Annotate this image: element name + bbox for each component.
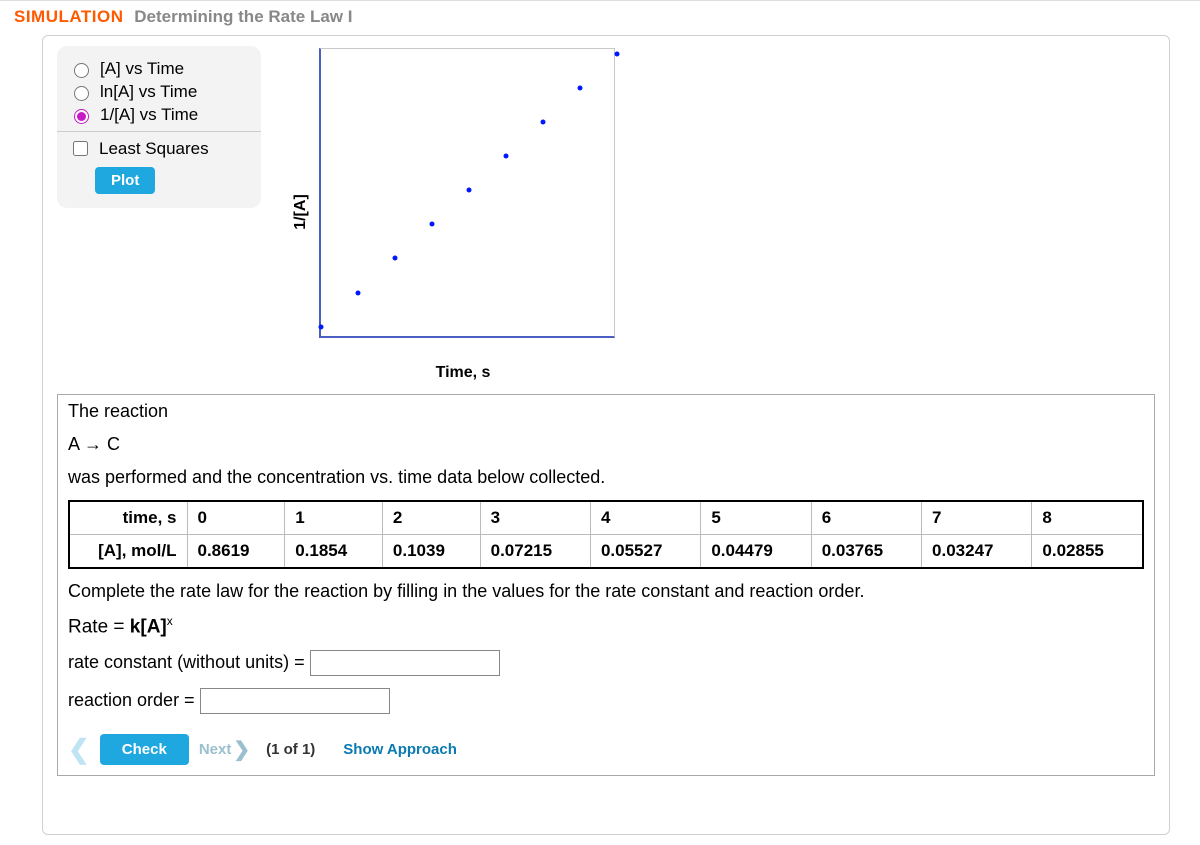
rate-constant-row: rate constant (without units) = xyxy=(58,644,1154,682)
reaction-order-input[interactable] xyxy=(200,688,390,714)
checkbox-label-least-squares: Least Squares xyxy=(99,139,209,159)
plot-button[interactable]: Plot xyxy=(95,167,155,194)
checkbox-least-squares[interactable]: Least Squares xyxy=(69,138,249,159)
page-header: SIMULATION Determining the Rate Law I xyxy=(0,1,1200,31)
data-point xyxy=(393,256,398,261)
data-point xyxy=(430,222,435,227)
table-cell: 0.1854 xyxy=(285,535,383,569)
data-point xyxy=(504,154,509,159)
radio-input-inva[interactable] xyxy=(74,109,89,124)
data-point xyxy=(615,51,620,56)
next-chevron-icon: ❯ xyxy=(233,737,250,762)
instruction-text: Complete the rate law for the reaction b… xyxy=(58,575,1154,608)
footer-controls: ❮ Check Next ❯ (1 of 1) Show Approach xyxy=(68,734,1144,765)
data-point xyxy=(319,324,324,329)
table-cell: 5 xyxy=(701,501,811,535)
show-approach-link[interactable]: Show Approach xyxy=(343,741,457,758)
radio-a-vs-time[interactable]: [A] vs Time xyxy=(69,59,249,79)
table-cell: 4 xyxy=(590,501,700,535)
plot-area xyxy=(319,48,615,338)
simulation-badge: SIMULATION xyxy=(14,7,124,26)
plot-controls: [A] vs Time ln[A] vs Time 1/[A] vs Time … xyxy=(57,46,261,208)
radio-input-a[interactable] xyxy=(74,63,89,78)
table-cell: 0.03247 xyxy=(922,535,1032,569)
rate-constant-input[interactable] xyxy=(310,650,500,676)
table-cell: 1 xyxy=(285,501,383,535)
next-button[interactable]: Next ❯ xyxy=(199,737,250,762)
reaction-equation: A → C xyxy=(58,428,1154,461)
radio-label-lna: ln[A] vs Time xyxy=(100,82,197,102)
y-axis-label: 1/[A] xyxy=(292,194,310,230)
radio-label-inva: 1/[A] vs Time xyxy=(100,105,198,125)
rate-law: Rate = k[A]x xyxy=(58,608,1154,644)
table-cell: 0.8619 xyxy=(187,535,285,569)
data-point xyxy=(356,290,361,295)
check-button[interactable]: Check xyxy=(100,734,189,765)
reaction-order-row: reaction order = xyxy=(58,682,1154,720)
chart: 1/[A] Time, s xyxy=(283,42,643,382)
table-cell: 3 xyxy=(480,501,590,535)
radio-inva-vs-time[interactable]: 1/[A] vs Time xyxy=(69,105,249,125)
next-label: Next xyxy=(199,741,232,758)
data-table: time, s 012345678 [A], mol/L 0.86190.185… xyxy=(68,500,1144,569)
question-line1: The reaction xyxy=(58,395,1154,428)
radio-input-lna[interactable] xyxy=(74,86,89,101)
reaction-order-label: reaction order = xyxy=(68,690,200,710)
table-row: time, s 012345678 xyxy=(69,501,1143,535)
data-point xyxy=(578,85,583,90)
page-title: Determining the Rate Law I xyxy=(134,7,352,26)
table-cell: 0.07215 xyxy=(480,535,590,569)
table-cell: 8 xyxy=(1032,501,1143,535)
rate-prefix: Rate = xyxy=(68,616,130,637)
table-cell: 0.1039 xyxy=(382,535,480,569)
row-label-time: time, s xyxy=(69,501,187,535)
table-cell: 2 xyxy=(382,501,480,535)
radio-label-a: [A] vs Time xyxy=(100,59,184,79)
table-cell: 7 xyxy=(922,501,1032,535)
question-body: The reaction A → C was performed and the… xyxy=(57,394,1155,776)
rate-bold: k[A] xyxy=(130,616,167,637)
data-point xyxy=(467,188,472,193)
table-cell: 0.05527 xyxy=(590,535,700,569)
table-cell: 0.03765 xyxy=(811,535,921,569)
controls-divider xyxy=(57,131,261,132)
table-cell: 6 xyxy=(811,501,921,535)
question-line2: was performed and the concentration vs. … xyxy=(58,461,1154,494)
table-cell: 0.04479 xyxy=(701,535,811,569)
radio-lna-vs-time[interactable]: ln[A] vs Time xyxy=(69,82,249,102)
row-label-conc: [A], mol/L xyxy=(69,535,187,569)
content-card: [A] vs Time ln[A] vs Time 1/[A] vs Time … xyxy=(42,35,1170,835)
rate-constant-label: rate constant (without units) = xyxy=(68,652,310,672)
checkbox-input-least-squares[interactable] xyxy=(73,141,88,156)
page-counter: (1 of 1) xyxy=(266,741,315,758)
table-cell: 0 xyxy=(187,501,285,535)
rate-exponent: x xyxy=(167,614,173,628)
prev-chevron-icon[interactable]: ❮ xyxy=(68,734,90,765)
table-cell: 0.02855 xyxy=(1032,535,1143,569)
x-axis-label: Time, s xyxy=(283,364,643,382)
table-row: [A], mol/L 0.86190.18540.10390.072150.05… xyxy=(69,535,1143,569)
data-point xyxy=(541,120,546,125)
